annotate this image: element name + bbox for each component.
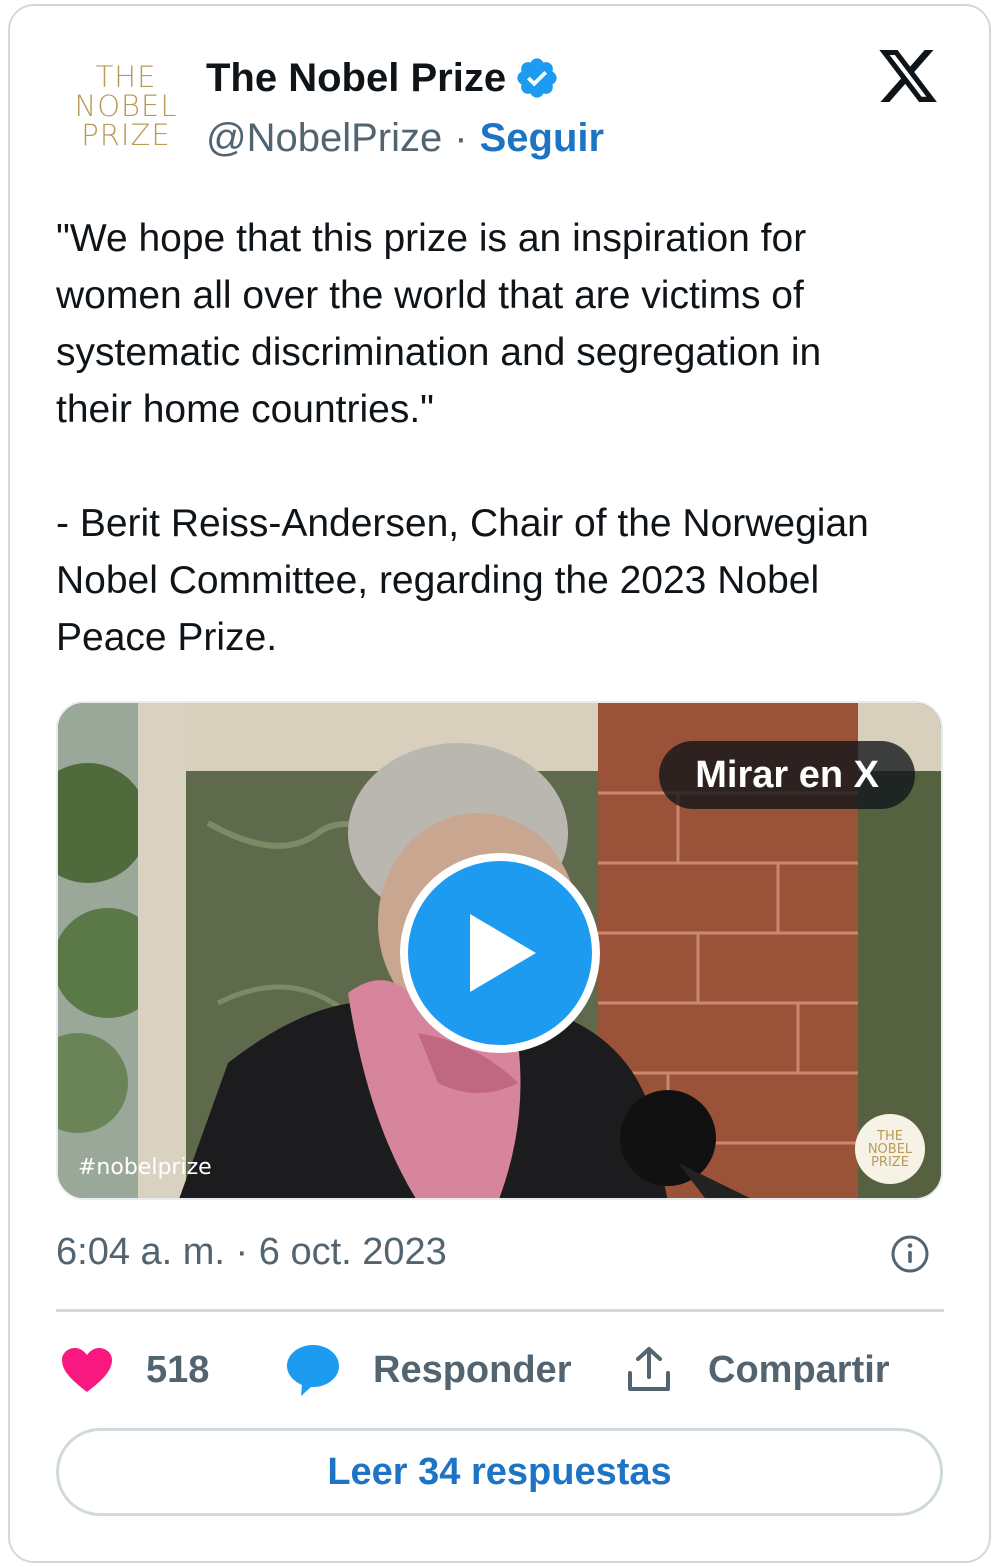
avatar[interactable]: THE NOBEL PRIZE	[62, 42, 190, 170]
follow-button[interactable]: Seguir	[480, 114, 604, 162]
play-icon	[470, 914, 536, 992]
video-hashtag-overlay: #nobelprize	[78, 1155, 212, 1180]
media-logo-line-2: NOBEL	[867, 1141, 913, 1157]
share-upload-icon	[628, 1347, 670, 1391]
tweet-text: "We hope that this prize is an inspirati…	[56, 217, 869, 659]
read-replies-button[interactable]: Leer 34 respuestas	[56, 1428, 943, 1516]
play-button[interactable]	[400, 853, 600, 1053]
divider	[56, 1309, 944, 1312]
x-logo-icon[interactable]	[876, 44, 940, 108]
author-handle[interactable]: @NobelPrize	[206, 114, 442, 162]
tweet-timestamp[interactable]: 6:04 a. m. · 6 oct. 2023	[56, 1228, 447, 1276]
video-logo-watermark: THE NOBEL PRIZE	[855, 1114, 925, 1184]
avatar-line-1: THE	[95, 59, 157, 94]
video-thumbnail[interactable]: Mirar en X #nobelprize THE NOBEL PRIZE	[56, 701, 943, 1200]
info-icon[interactable]	[890, 1234, 930, 1274]
separator-dot: ·	[454, 116, 468, 160]
avatar-line-2: NOBEL	[74, 88, 178, 123]
media-logo-line-3: PRIZE	[871, 1154, 909, 1170]
handle-row: @NobelPrize · Seguir	[206, 114, 604, 162]
media-logo-line-1: THE	[877, 1128, 903, 1144]
verified-badge-icon	[517, 58, 557, 98]
author-name-row[interactable]: The Nobel Prize	[206, 54, 560, 102]
share-button[interactable]: Compartir	[624, 1340, 890, 1400]
share-label: Compartir	[708, 1348, 890, 1391]
like-button[interactable]: 518	[60, 1340, 209, 1400]
reply-button[interactable]: Responder	[285, 1340, 571, 1400]
like-count: 518	[146, 1348, 210, 1391]
author-name[interactable]: The Nobel Prize	[206, 54, 506, 102]
reply-label: Responder	[373, 1348, 572, 1391]
reply-bubble-icon	[287, 1345, 339, 1396]
heart-icon	[62, 1348, 112, 1392]
avatar-line-3: PRIZE	[81, 117, 171, 152]
watch-on-x-button[interactable]: Mirar en X	[659, 741, 915, 809]
